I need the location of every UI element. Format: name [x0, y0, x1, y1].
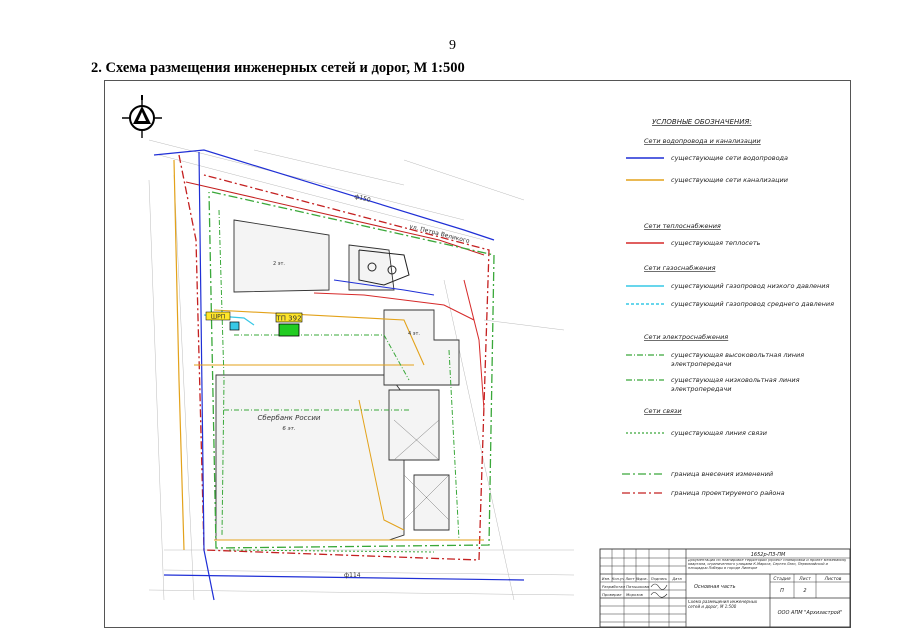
stamp-description: Документация по планировке территории (п… [688, 559, 847, 570]
substation-label: ТП 392 [275, 315, 301, 323]
east-building-floors: 4 эт. [408, 331, 420, 337]
section-heading: 2. Схема размещения инженерных сетей и д… [91, 60, 465, 76]
legend-item-hv-line2: электропередачи [671, 360, 731, 368]
drawing-sheet: ТП 392 ШРП Сбербанк России 6 эт. 2 эт. 4… [104, 80, 851, 628]
stamp-col-sign: Подпись [651, 577, 667, 581]
legend-group-comms-heading: Сети связи [644, 407, 682, 415]
stamp-stage-header: Стадия [773, 576, 791, 582]
main-building-label: Сбербанк России [258, 414, 321, 422]
drawing-svg: ТП 392 ШРП Сбербанк России 6 эт. 2 эт. 4… [104, 80, 851, 628]
stamp-sheets-header: Листов [824, 576, 842, 582]
legend-item-sewer: существующие сети канализации [671, 176, 788, 184]
pipe-label-bottom: ф114 [344, 572, 361, 579]
stamp-col-doc: №док. [635, 577, 648, 581]
legend-item-gas-low: существующий газопровод низкого давления [671, 282, 829, 290]
title-block: 1652р-ПЗ-ПМ Документация по планировке т… [599, 548, 851, 628]
north-building-floors: 2 эт. [273, 261, 285, 267]
building-main [215, 374, 405, 541]
substation-marker [278, 323, 300, 337]
stamp-description-box: Документация по планировке территории (п… [688, 559, 847, 570]
gas-cabinet-label: ШРП [211, 314, 226, 321]
gas-cabinet-marker [229, 321, 240, 331]
legend-item-hv: существующая высоковольтная линия [671, 351, 804, 359]
legend-item-lv: существующая низковольтная линия [671, 376, 800, 384]
stamp-col-change: Изм. [602, 577, 610, 581]
legend-item-design-boundary: граница проектируемого района [671, 489, 785, 497]
legend-item-change-boundary: граница внесения изменений [671, 470, 773, 478]
stamp-name-2: Морозов [626, 592, 644, 597]
legend-item-heating: существующая теплосеть [671, 239, 761, 247]
stamp-code: 1652р-ПЗ-ПМ [751, 552, 786, 558]
stamp-role-1: Разработал [602, 584, 626, 589]
stamp-sheet-header: Лист [798, 576, 811, 582]
legend-item-gas-medium: существующий газопровод среднего давлени… [671, 300, 834, 308]
stamp-name-1: Пятышкова [626, 584, 650, 589]
stamp-col-qty: Кол.уч [612, 577, 624, 581]
stamp-part-title: Основная часть [694, 584, 736, 590]
stamp-drawing-title-box: Схема размещения инженерных сетей и доро… [688, 600, 758, 609]
legend-group-gas-heading: Сети газоснабжения [644, 264, 716, 272]
legend-item-comms: существующая линия связи [671, 429, 767, 437]
main-building-floors: 6 эт. [282, 426, 295, 432]
stamp-col-date: Дата [671, 577, 681, 581]
stamp-stage-value: П [780, 588, 784, 594]
legend-item-lv-line2: электропередачи [671, 385, 731, 393]
stamp-drawing-title: Схема размещения инженерных сетей и доро… [688, 600, 758, 609]
legend-title: УСЛОВНЫЕ ОБОЗНАЧЕНИЯ: [652, 118, 752, 126]
legend-group-water-heading: Сети водопровода и канализации [644, 137, 761, 145]
legend-group-heating-heading: Сети теплоснабжения [644, 222, 721, 230]
stamp-role-2: Проверил [602, 592, 622, 597]
building-east-2 [388, 389, 440, 461]
page-number: 9 [449, 38, 456, 53]
legend-group-electric-heading: Сети электроснабжения [644, 333, 728, 341]
stamp-sheet-value: 2 [803, 588, 806, 594]
stamp-org: ООО АПМ "Архизастрой" [778, 610, 843, 616]
stamp-col-sheet: Лист [624, 577, 635, 581]
legend-item-water: существующие сети водопровода [671, 154, 788, 162]
